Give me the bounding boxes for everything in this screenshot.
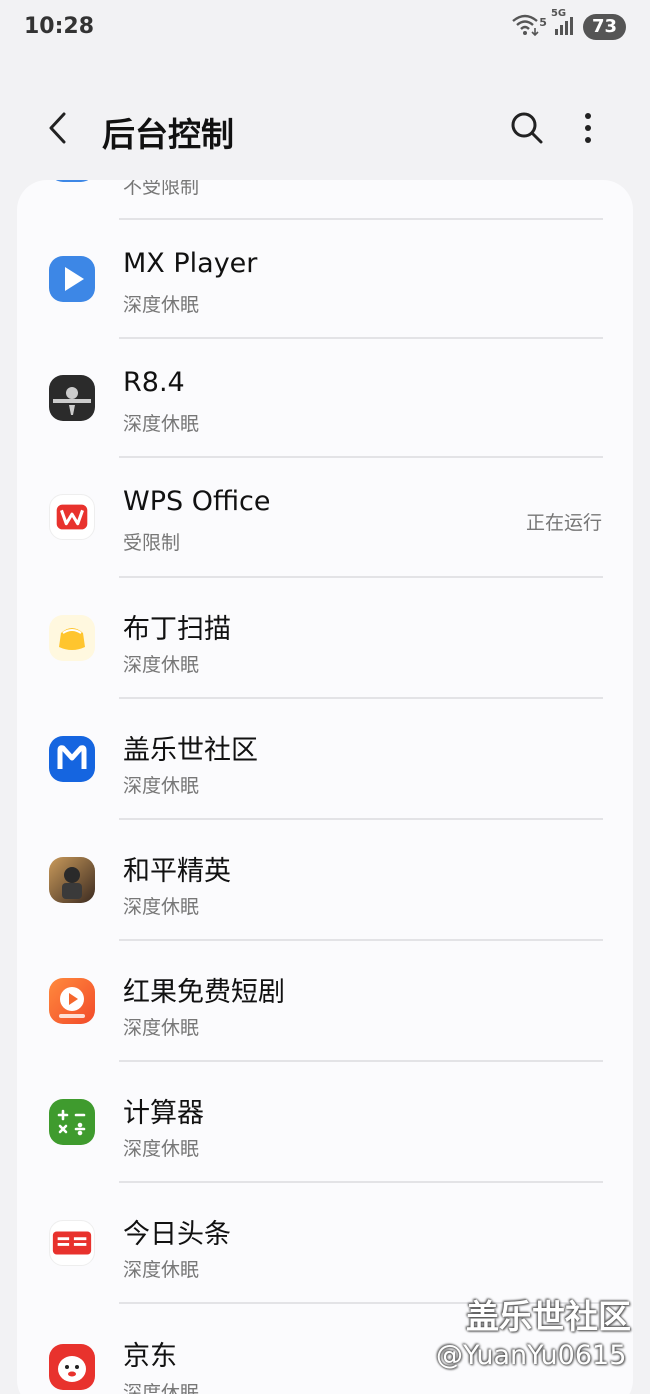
app-mode: 深度休眠 xyxy=(123,294,200,316)
app-icon xyxy=(49,180,95,182)
list-item-hongguo-drama[interactable]: 红果免费短剧 深度休眠 xyxy=(17,941,633,1061)
app-mode: 深度休眠 xyxy=(123,1138,200,1160)
wps-office-icon xyxy=(49,494,95,540)
list-item-r84[interactable]: R8.4 深度休眠 xyxy=(17,339,633,457)
app-bar: 后台控制 xyxy=(0,90,650,166)
list-item-partial[interactable]: 不受限制 xyxy=(17,180,633,218)
mx-player-icon xyxy=(49,256,95,302)
app-name: 计算器 xyxy=(123,1098,204,1129)
app-name: MX Player xyxy=(123,248,258,279)
list-item-calculator[interactable]: 计算器 深度休眠 xyxy=(17,1062,633,1182)
watermark-author: @YuanYu0615 xyxy=(436,1340,627,1371)
app-mode: 深度休眠 xyxy=(123,896,200,918)
toutiao-icon xyxy=(49,1220,95,1266)
status-bar: 10:28 5 5G 73 xyxy=(0,0,650,58)
app-mode: 深度休眠 xyxy=(123,775,200,797)
app-name: 布丁扫描 xyxy=(123,614,231,645)
app-name: 红果免费短剧 xyxy=(123,977,285,1008)
list-item-wps-office[interactable]: WPS Office 受限制 正在运行 xyxy=(17,458,633,576)
app-mode: 深度休眠 xyxy=(123,413,200,435)
app-mode: 深度休眠 xyxy=(123,1382,200,1394)
network-type-label: 5G xyxy=(550,8,567,19)
chevron-left-icon xyxy=(49,112,66,144)
status-icons: 5 5G 73 xyxy=(511,8,626,40)
list-item-galaxy-community[interactable]: 盖乐世社区 深度休眠 xyxy=(17,699,633,819)
app-status-label: 不受限制 xyxy=(123,180,200,198)
search-button[interactable] xyxy=(507,108,547,148)
app-name: R8.4 xyxy=(123,367,185,398)
app-name: WPS Office xyxy=(123,486,271,517)
peace-elite-icon xyxy=(49,857,95,903)
calculator-icon xyxy=(49,1099,95,1145)
app-list-card: 不受限制 MX Player 深度休眠 R8.4 深度休眠 WPS Office… xyxy=(17,180,633,1394)
app-name: 京东 xyxy=(123,1341,177,1372)
hongguo-drama-icon xyxy=(49,978,95,1024)
more-vert-icon xyxy=(585,113,591,143)
app-name: 今日头条 xyxy=(123,1219,231,1250)
wifi-icon xyxy=(511,14,541,40)
jd-icon xyxy=(49,1344,95,1390)
more-options-button[interactable] xyxy=(570,108,606,148)
wifi-sub-label: 5 xyxy=(539,15,547,29)
list-item-peace-elite[interactable]: 和平精英 深度休眠 xyxy=(17,820,633,940)
pudding-scan-icon xyxy=(49,615,95,661)
search-icon xyxy=(511,112,543,144)
app-name: 盖乐世社区 xyxy=(123,735,258,766)
app-mode: 深度休眠 xyxy=(123,1017,200,1039)
back-button[interactable] xyxy=(38,108,78,148)
rock-power-icon xyxy=(49,375,95,421)
status-time: 10:28 xyxy=(24,14,95,39)
running-status: 正在运行 xyxy=(525,512,602,534)
galaxy-community-icon xyxy=(49,736,95,782)
cellular-icon: 5G xyxy=(551,8,577,40)
battery-indicator: 73 xyxy=(582,14,626,40)
list-item-toutiao[interactable]: 今日头条 深度休眠 xyxy=(17,1183,633,1303)
app-name: 和平精英 xyxy=(123,856,231,887)
list-item-pudding-scan[interactable]: 布丁扫描 深度休眠 xyxy=(17,578,633,698)
app-mode: 受限制 xyxy=(123,532,181,554)
app-mode: 深度休眠 xyxy=(123,1259,200,1281)
page-title: 后台控制 xyxy=(102,115,234,154)
list-item-mx-player[interactable]: MX Player 深度休眠 xyxy=(17,220,633,338)
watermark-community: 盖乐世社区 xyxy=(466,1297,631,1336)
app-mode: 深度休眠 xyxy=(123,654,200,676)
